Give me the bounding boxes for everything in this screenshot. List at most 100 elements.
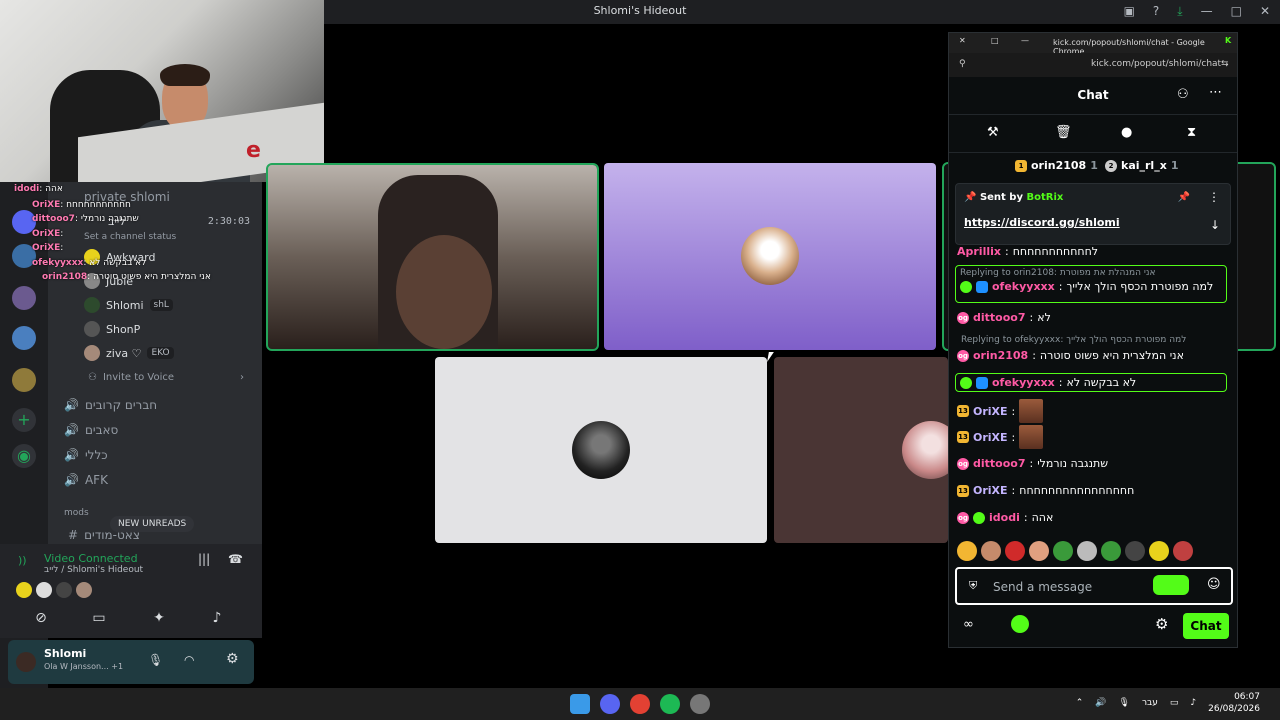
help-icon[interactable]: ? bbox=[1153, 4, 1159, 19]
chat-username[interactable]: ofekyyxxx bbox=[992, 376, 1055, 389]
url-bar[interactable]: ⚲ kick.com/popout/shlomi/chat ⇆ bbox=[949, 53, 1237, 77]
activities-icon[interactable]: ✦ bbox=[144, 610, 174, 630]
arrow-down-icon[interactable]: ↓ bbox=[1210, 218, 1220, 232]
chat-bubble-icon[interactable]: ● bbox=[1121, 125, 1132, 140]
more-icon[interactable]: ⋯ bbox=[1209, 85, 1222, 100]
points-icon[interactable]: ∞ bbox=[963, 617, 974, 632]
minimize-icon[interactable]: — bbox=[1021, 36, 1029, 45]
channel-item[interactable]: 🔊 סאבים bbox=[64, 419, 118, 441]
avatar[interactable] bbox=[16, 652, 36, 672]
new-unreads-pill[interactable]: NEW UNREADS bbox=[110, 516, 195, 532]
emote[interactable] bbox=[1053, 541, 1073, 561]
chat-username[interactable]: dittooo7 bbox=[973, 457, 1026, 470]
server-icon[interactable] bbox=[12, 326, 36, 350]
channel-item[interactable]: 🔊 AFK bbox=[64, 469, 108, 491]
chat-username[interactable]: ofekyyxxx bbox=[992, 280, 1055, 293]
emote[interactable] bbox=[1029, 541, 1049, 561]
channel-status-hint[interactable]: Set a channel status bbox=[84, 226, 176, 248]
site-info-icon[interactable]: ⚲ bbox=[959, 59, 966, 69]
clock[interactable]: 06:07 26/08/2026 bbox=[1208, 691, 1260, 715]
member-row[interactable]: ziva ♡ EKO bbox=[84, 342, 174, 364]
emote[interactable] bbox=[1125, 541, 1145, 561]
emote[interactable] bbox=[1173, 541, 1193, 561]
obs-icon[interactable] bbox=[690, 694, 710, 714]
member-row[interactable]: Shlomi shL bbox=[84, 294, 173, 316]
chat-username[interactable]: Aprillix bbox=[957, 245, 1001, 258]
chat-username[interactable]: orin2108 bbox=[973, 349, 1028, 362]
emoji-icon[interactable]: ☺ bbox=[1207, 577, 1221, 592]
message-input[interactable] bbox=[993, 578, 1143, 596]
spotify-icon[interactable] bbox=[660, 694, 680, 714]
chat-username[interactable]: dittooo7 bbox=[973, 311, 1026, 324]
chat-footer: ∞ ⚙ Chat bbox=[949, 611, 1237, 645]
gavel-icon[interactable]: ⚒ bbox=[987, 125, 999, 140]
emote[interactable] bbox=[1149, 541, 1169, 561]
network-icon[interactable]: ▭ bbox=[1170, 698, 1179, 708]
emote[interactable] bbox=[1077, 541, 1097, 561]
video-tile-avatar[interactable] bbox=[435, 357, 767, 543]
soundboard-icon[interactable]: ♪ bbox=[202, 610, 232, 630]
settings-gear-icon[interactable]: ⚙ bbox=[226, 651, 239, 667]
emote[interactable] bbox=[1101, 541, 1121, 561]
noise-icon[interactable]: ||| bbox=[198, 552, 210, 566]
channel-item[interactable]: 🔊 חברים קרובים bbox=[64, 394, 157, 416]
emote[interactable] bbox=[1005, 541, 1025, 561]
minimize-icon[interactable]: — bbox=[1201, 4, 1213, 19]
pin-icon[interactable]: 📌 bbox=[1178, 192, 1190, 203]
volume-icon[interactable]: 🔊 bbox=[1095, 698, 1106, 708]
kick-logo-icon[interactable] bbox=[1011, 615, 1029, 633]
video-tile-camera[interactable] bbox=[266, 163, 599, 351]
emote[interactable] bbox=[957, 541, 977, 561]
add-server-icon[interactable]: + bbox=[12, 408, 36, 432]
trash-icon[interactable]: 🗑 bbox=[1055, 125, 1072, 140]
headphones-icon[interactable]: ◠ bbox=[184, 653, 194, 667]
invite-to-voice[interactable]: ⚇ Invite to Voice › bbox=[88, 366, 244, 388]
users-icon[interactable]: ⚇ bbox=[1177, 87, 1189, 102]
sub-badge: 13 bbox=[957, 405, 969, 417]
camera-off-icon[interactable]: ⊘ bbox=[26, 610, 56, 630]
server-icon[interactable] bbox=[12, 286, 36, 310]
download-icon[interactable]: ⤓ bbox=[1177, 4, 1182, 19]
tune-icon[interactable]: ⇆ bbox=[1221, 59, 1229, 69]
video-tile-avatar[interactable] bbox=[604, 163, 936, 350]
close-icon[interactable]: ✕ bbox=[1260, 4, 1270, 19]
disconnect-icon[interactable]: ☎ bbox=[228, 552, 243, 566]
chat-username[interactable]: OriXE bbox=[973, 405, 1008, 418]
video-tile-avatar[interactable] bbox=[774, 357, 948, 543]
inbox-icon[interactable]: ▣ bbox=[1124, 4, 1135, 19]
start-icon[interactable] bbox=[570, 694, 590, 714]
volume-icon[interactable]: ♪ bbox=[1190, 698, 1196, 708]
extension-icon[interactable] bbox=[1153, 575, 1189, 595]
chat-username[interactable]: OriXE bbox=[973, 431, 1008, 444]
activity-text: Ola W Jansson... bbox=[44, 662, 109, 671]
hourglass-icon[interactable]: ⧗ bbox=[1187, 125, 1196, 140]
emote[interactable] bbox=[981, 541, 1001, 561]
settings-gear-icon[interactable]: ⚙ bbox=[1155, 615, 1168, 633]
leader-item[interactable]: 1 orin2108 1 bbox=[1015, 159, 1098, 172]
member-row[interactable]: ShonP bbox=[84, 318, 140, 340]
chat-username[interactable]: OriXE bbox=[973, 484, 1008, 497]
maximize-icon[interactable]: □ bbox=[1231, 4, 1242, 19]
category-mods[interactable]: mods bbox=[64, 502, 89, 524]
chrome-icon[interactable] bbox=[630, 694, 650, 714]
sub-badge: 13 bbox=[957, 484, 969, 497]
more-vertical-icon[interactable]: ⋮ bbox=[1208, 190, 1220, 204]
chat-username[interactable]: idodi bbox=[989, 511, 1020, 524]
screenshare-icon[interactable]: ▭ bbox=[84, 610, 114, 630]
send-chat-button[interactable]: Chat bbox=[1183, 613, 1229, 639]
voice-connected-status[interactable]: Video Connected bbox=[44, 552, 138, 565]
explore-icon[interactable]: ◉ bbox=[12, 444, 36, 468]
discord-icon[interactable] bbox=[600, 694, 620, 714]
channel-item[interactable]: 🔊 כללי bbox=[64, 444, 108, 466]
close-icon[interactable]: ✕ bbox=[959, 36, 966, 45]
server-icon[interactable] bbox=[12, 368, 36, 392]
maximize-icon[interactable]: □ bbox=[991, 36, 999, 45]
discord-link[interactable]: https://discord.gg/shlomi bbox=[964, 216, 1120, 229]
vip-badge bbox=[973, 511, 985, 524]
overlay-chat-line: OriXE: bbox=[32, 243, 64, 253]
language-indicator[interactable]: עבר bbox=[1142, 698, 1158, 708]
mic-icon[interactable]: 🎙 bbox=[1119, 698, 1130, 708]
leader-item[interactable]: 2 kai_rl_x 1 bbox=[1105, 159, 1178, 172]
mic-icon[interactable]: 🎙 bbox=[148, 653, 163, 667]
chevron-up-icon[interactable]: ⌃ bbox=[1076, 698, 1084, 708]
